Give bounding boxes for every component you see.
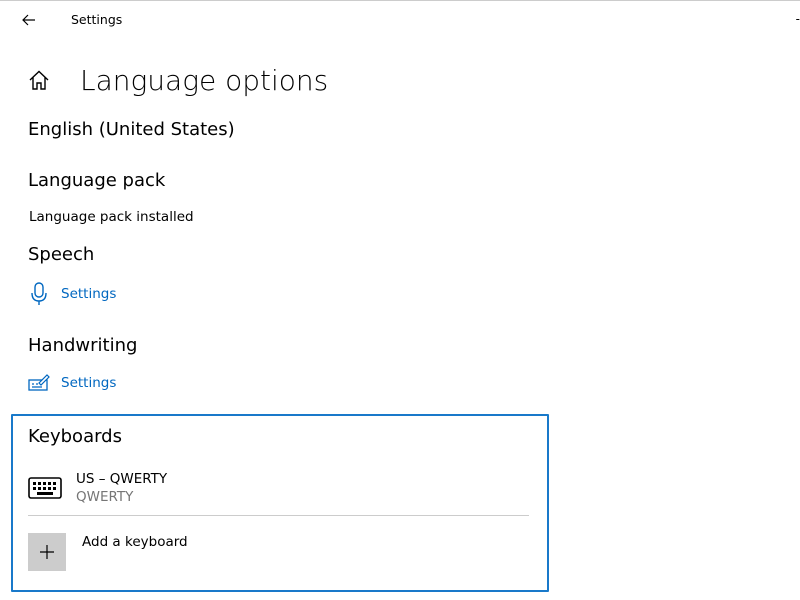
handwriting-settings-label: Settings: [61, 375, 117, 391]
add-keyboard-label: Add a keyboard: [82, 534, 188, 550]
speech-heading: Speech: [28, 244, 95, 265]
pen-keyboard-icon: [28, 372, 50, 394]
handwriting-heading: Handwriting: [28, 335, 138, 356]
keyboard-layout: QWERTY: [76, 489, 134, 505]
page-title: Language options: [80, 63, 329, 97]
language-pack-status: Language pack installed: [29, 209, 194, 225]
keyboards-heading: Keyboards: [28, 426, 122, 447]
keyboards-panel: Keyboards US – QWERTY QWERTY Add a keybo…: [11, 414, 549, 592]
settings-window: Settings - Language options English (Uni…: [0, 0, 800, 600]
microphone-icon: [28, 282, 50, 305]
language-pack-heading: Language pack: [28, 170, 166, 191]
title-bar: Settings -: [0, 1, 800, 39]
keyboard-list-item[interactable]: US – QWERTY QWERTY: [28, 468, 528, 508]
add-keyboard-button[interactable]: Add a keyboard: [28, 533, 188, 571]
minimize-button[interactable]: -: [796, 12, 800, 26]
language-name: English (United States): [28, 119, 235, 140]
keyboard-icon: [28, 476, 62, 500]
speech-settings-label: Settings: [61, 286, 117, 302]
back-button[interactable]: [14, 7, 44, 33]
speech-settings-link[interactable]: Settings: [28, 282, 117, 305]
page-header: Language options: [26, 57, 328, 103]
keyboard-divider: [28, 515, 529, 516]
handwriting-settings-link[interactable]: Settings: [28, 372, 116, 394]
home-icon: [29, 70, 49, 90]
home-button[interactable]: [26, 67, 52, 93]
plus-icon: [28, 533, 66, 571]
window-title: Settings: [71, 12, 123, 27]
keyboard-name: US – QWERTY: [76, 471, 168, 487]
back-arrow-icon: [22, 14, 35, 26]
